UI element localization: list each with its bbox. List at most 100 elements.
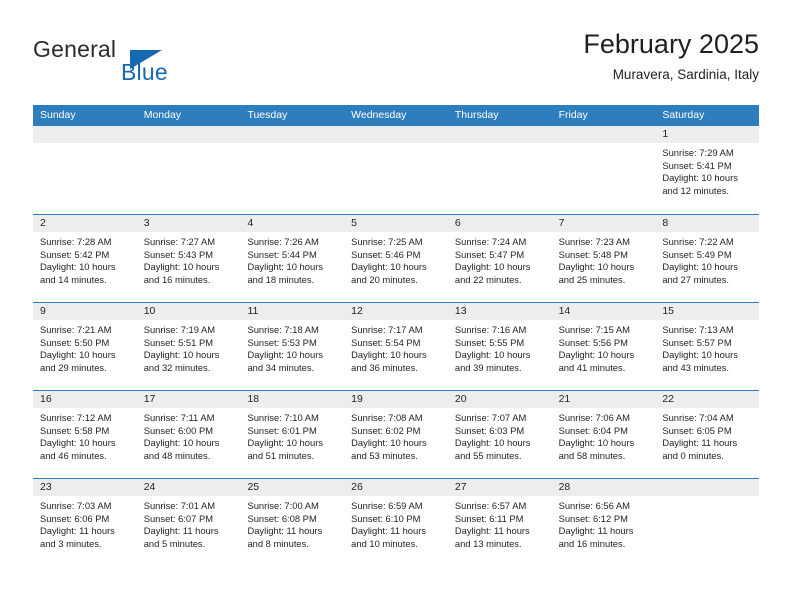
calendar-day-cell[interactable]: 21 Sunrise: 7:06 AM Sunset: 6:04 PM Dayligh… bbox=[551, 391, 656, 478]
sunrise-text: Sunrise: 7:16 AM bbox=[454, 324, 527, 335]
calendar-day-cell-empty bbox=[551, 126, 656, 214]
calendar-day-cell[interactable]: 2 Sunrise: 7:28 AM Sunset: 5:42 PM Daylight… bbox=[33, 215, 137, 302]
calendar-day-cell[interactable]: 13 Sunrise: 7:16 AM Sunset: 5:55 PM Dayligh… bbox=[447, 303, 552, 390]
daylight-text: Daylight: 10 hours and 16 minutes. bbox=[143, 261, 220, 285]
calendar-day-cell[interactable]: 6 Sunrise: 7:24 AM Sunset: 5:47 PM Daylight… bbox=[447, 215, 552, 302]
sunrise-text: Sunrise: 7:29 AM bbox=[662, 147, 734, 158]
sunset-text: Sunset: 6:10 PM bbox=[351, 512, 421, 524]
day-number bbox=[655, 479, 760, 496]
calendar-day-cell[interactable]: 3 Sunrise: 7:27 AM Sunset: 5:43 PM Daylight… bbox=[136, 215, 241, 302]
day-number: 28 bbox=[551, 479, 656, 496]
day-details: Sunrise: 7:22 AM Sunset: 5:49 PM Daylight:… bbox=[655, 232, 759, 286]
day-details: Sunrise: 7:01 AM Sunset: 6:07 PM Daylight:… bbox=[137, 496, 241, 550]
sunset-text: Sunset: 5:55 PM bbox=[454, 336, 525, 348]
sunset-text: Sunset: 5:43 PM bbox=[143, 248, 214, 260]
calendar-day-cell[interactable]: 15 Sunrise: 7:13 AM Sunset: 5:57 PM Dayligh… bbox=[655, 303, 760, 390]
calendar-day-cell[interactable]: 20 Sunrise: 7:07 AM Sunset: 6:03 PM Dayligh… bbox=[447, 391, 552, 478]
sunrise-text: Sunrise: 7:00 AM bbox=[247, 500, 319, 511]
weekday-header-row: Sunday Monday Tuesday Wednesday Thursday… bbox=[33, 105, 759, 126]
daylight-text: Daylight: 10 hours and 14 minutes. bbox=[40, 261, 116, 285]
daylight-text: Daylight: 10 hours and 43 minutes. bbox=[662, 349, 738, 373]
day-details: Sunrise: 6:56 AM Sunset: 6:12 PM Daylight:… bbox=[552, 496, 656, 550]
calendar-day-cell[interactable]: 26 Sunrise: 6:59 AM Sunset: 6:10 PM Dayligh… bbox=[344, 479, 448, 566]
daylight-text: Daylight: 11 hours and 3 minutes. bbox=[40, 525, 115, 549]
daylight-text: Daylight: 11 hours and 10 minutes. bbox=[351, 525, 427, 549]
daylight-text: Daylight: 10 hours and 58 minutes. bbox=[558, 437, 635, 461]
sunrise-text: Sunrise: 7:17 AM bbox=[351, 324, 423, 335]
sunset-text: Sunset: 5:58 PM bbox=[40, 424, 110, 436]
day-number: 14 bbox=[551, 303, 656, 320]
day-details: Sunrise: 7:00 AM Sunset: 6:08 PM Daylight:… bbox=[240, 496, 344, 550]
daylight-text: Daylight: 10 hours and 20 minutes. bbox=[351, 261, 427, 285]
sunrise-text: Sunrise: 7:15 AM bbox=[558, 324, 630, 335]
calendar-day-cell[interactable]: 14 Sunrise: 7:15 AM Sunset: 5:56 PM Dayligh… bbox=[551, 303, 656, 390]
calendar-day-cell[interactable]: 19 Sunrise: 7:08 AM Sunset: 6:02 PM Dayligh… bbox=[344, 391, 448, 478]
calendar-day-cell[interactable]: 27 Sunrise: 6:57 AM Sunset: 6:11 PM Dayligh… bbox=[447, 479, 552, 566]
calendar-day-cell[interactable]: 22 Sunrise: 7:04 AM Sunset: 6:05 PM Dayligh… bbox=[655, 391, 760, 478]
calendar-day-cell[interactable]: 11 Sunrise: 7:18 AM Sunset: 5:53 PM Dayligh… bbox=[240, 303, 345, 390]
sunset-text: Sunset: 6:02 PM bbox=[351, 424, 421, 436]
sunset-text: Sunset: 6:01 PM bbox=[247, 424, 317, 436]
calendar-day-cell[interactable]: 9 Sunrise: 7:21 AM Sunset: 5:50 PM Daylight… bbox=[33, 303, 137, 390]
sunrise-text: Sunrise: 7:22 AM bbox=[662, 236, 734, 247]
day-number: 19 bbox=[344, 391, 448, 408]
sunset-text: Sunset: 6:00 PM bbox=[143, 424, 214, 436]
brand-logo[interactable]: General Blue bbox=[33, 36, 293, 92]
day-details: Sunrise: 6:59 AM Sunset: 6:10 PM Daylight:… bbox=[344, 496, 448, 550]
calendar-day-cell[interactable]: 16 Sunrise: 7:12 AM Sunset: 5:58 PM Dayligh… bbox=[33, 391, 137, 478]
day-details: Sunrise: 7:27 AM Sunset: 5:43 PM Daylight:… bbox=[137, 232, 241, 286]
day-number: 18 bbox=[240, 391, 345, 408]
day-number: 5 bbox=[344, 215, 448, 232]
day-number: 20 bbox=[447, 391, 552, 408]
day-number: 25 bbox=[240, 479, 345, 496]
calendar-day-cell[interactable]: 12 Sunrise: 7:17 AM Sunset: 5:54 PM Dayligh… bbox=[344, 303, 448, 390]
day-details: Sunrise: 7:07 AM Sunset: 6:03 PM Daylight:… bbox=[448, 408, 552, 462]
day-details: Sunrise: 7:03 AM Sunset: 6:06 PM Daylight:… bbox=[33, 496, 137, 550]
calendar-day-cell[interactable]: 17 Sunrise: 7:11 AM Sunset: 6:00 PM Dayligh… bbox=[136, 391, 241, 478]
sunset-text: Sunset: 6:08 PM bbox=[247, 512, 317, 524]
sunrise-text: Sunrise: 7:13 AM bbox=[662, 324, 734, 335]
sunset-text: Sunset: 6:05 PM bbox=[662, 424, 732, 436]
calendar-day-cell[interactable]: 24 Sunrise: 7:01 AM Sunset: 6:07 PM Dayligh… bbox=[136, 479, 241, 566]
calendar-day-cell[interactable]: 28 Sunrise: 6:56 AM Sunset: 6:12 PM Dayligh… bbox=[551, 479, 656, 566]
weekday-header-thursday: Thursday bbox=[454, 109, 499, 121]
sunrise-text: Sunrise: 7:03 AM bbox=[40, 500, 112, 511]
calendar-day-cell[interactable]: 5 Sunrise: 7:25 AM Sunset: 5:46 PM Daylight… bbox=[344, 215, 448, 302]
weekday-header-saturday: Saturday bbox=[662, 109, 705, 121]
day-details: Sunrise: 7:04 AM Sunset: 6:05 PM Daylight:… bbox=[655, 408, 759, 462]
daylight-text: Daylight: 11 hours and 13 minutes. bbox=[454, 525, 530, 549]
sunset-text: Sunset: 6:04 PM bbox=[558, 424, 628, 436]
sunrise-text: Sunrise: 7:01 AM bbox=[143, 500, 216, 511]
calendar-day-cell[interactable]: 25 Sunrise: 7:00 AM Sunset: 6:08 PM Dayligh… bbox=[240, 479, 345, 566]
day-number: 9 bbox=[33, 303, 137, 320]
day-number bbox=[447, 126, 552, 143]
daylight-text: Daylight: 11 hours and 5 minutes. bbox=[143, 525, 219, 549]
day-number bbox=[344, 126, 448, 143]
sunrise-text: Sunrise: 6:56 AM bbox=[558, 500, 630, 511]
calendar-day-cell[interactable]: 8 Sunrise: 7:22 AM Sunset: 5:49 PM Daylight… bbox=[655, 215, 760, 302]
calendar-day-cell[interactable]: 18 Sunrise: 7:10 AM Sunset: 6:01 PM Dayligh… bbox=[240, 391, 345, 478]
calendar-day-cell[interactable]: 10 Sunrise: 7:19 AM Sunset: 5:51 PM Dayligh… bbox=[136, 303, 241, 390]
sunrise-text: Sunrise: 7:28 AM bbox=[40, 236, 112, 247]
calendar-day-cell[interactable]: 1 Sunrise: 7:29 AM Sunset: 5:41 PM Daylight… bbox=[655, 126, 760, 214]
calendar-day-cell[interactable]: 4 Sunrise: 7:26 AM Sunset: 5:44 PM Daylight… bbox=[240, 215, 345, 302]
day-details: Sunrise: 7:16 AM Sunset: 5:55 PM Daylight:… bbox=[448, 320, 552, 374]
calendar-day-cell[interactable]: 23 Sunrise: 7:03 AM Sunset: 6:06 PM Dayligh… bbox=[33, 479, 137, 566]
calendar-week-row: 16 Sunrise: 7:12 AM Sunset: 5:58 PM Dayligh… bbox=[33, 390, 760, 478]
sunset-text: Sunset: 5:46 PM bbox=[351, 248, 421, 260]
day-number bbox=[136, 126, 241, 143]
sunrise-text: Sunrise: 7:19 AM bbox=[143, 324, 216, 335]
calendar-day-cell-empty bbox=[33, 126, 137, 214]
daylight-text: Daylight: 10 hours and 39 minutes. bbox=[454, 349, 531, 373]
daylight-text: Daylight: 10 hours and 25 minutes. bbox=[558, 261, 635, 285]
daylight-text: Daylight: 11 hours and 8 minutes. bbox=[247, 525, 323, 549]
day-details: Sunrise: 7:18 AM Sunset: 5:53 PM Daylight:… bbox=[240, 320, 344, 374]
day-details: Sunrise: 7:28 AM Sunset: 5:42 PM Daylight:… bbox=[33, 232, 137, 286]
day-details: Sunrise: 7:26 AM Sunset: 5:44 PM Daylight:… bbox=[240, 232, 344, 286]
page-title: February 2025 bbox=[583, 29, 759, 59]
calendar-day-cell[interactable]: 7 Sunrise: 7:23 AM Sunset: 5:48 PM Daylight… bbox=[551, 215, 656, 302]
daylight-text: Daylight: 10 hours and 51 minutes. bbox=[247, 437, 324, 461]
sunset-text: Sunset: 6:03 PM bbox=[454, 424, 525, 436]
sunset-text: Sunset: 5:50 PM bbox=[40, 336, 110, 348]
calendar-day-cell-empty bbox=[344, 126, 448, 214]
